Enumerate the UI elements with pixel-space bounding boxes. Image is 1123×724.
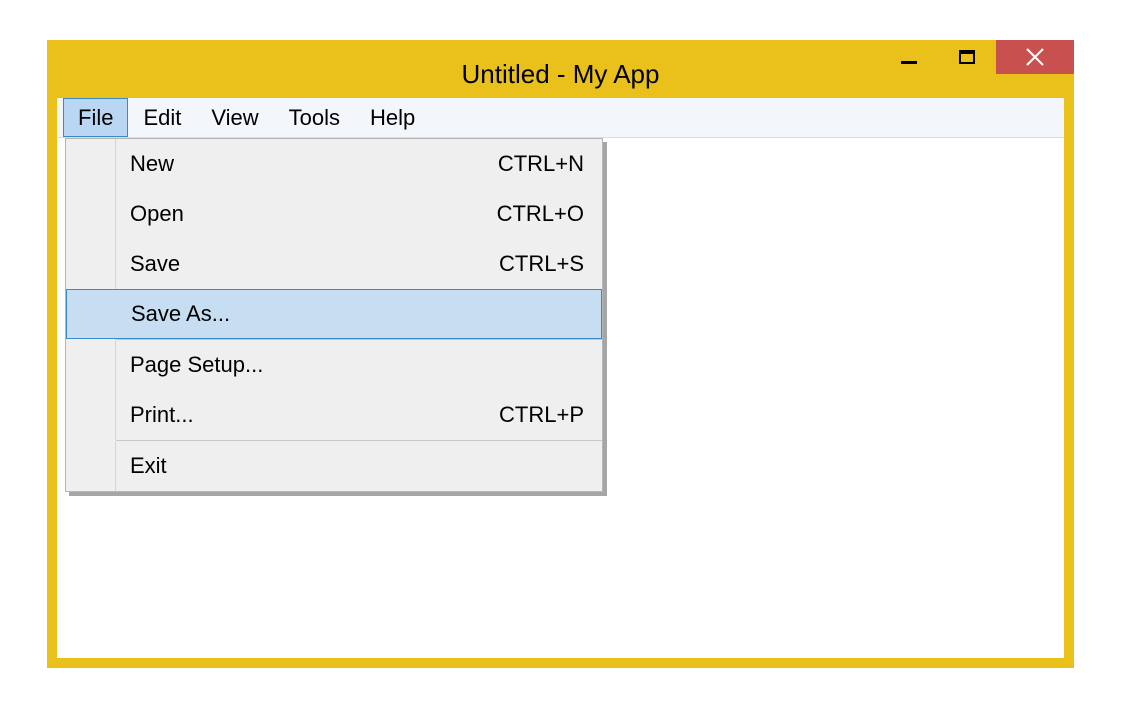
minimize-button[interactable] <box>880 40 938 74</box>
menu-item-exit[interactable]: Exit <box>66 441 602 491</box>
menu-gutter <box>66 390 116 440</box>
menu-help[interactable]: Help <box>355 98 430 137</box>
menu-item-label: Exit <box>116 453 584 479</box>
window-controls <box>880 40 1074 74</box>
menu-item-label: Print... <box>116 402 499 428</box>
menu-item-save-as[interactable]: Save As... <box>66 289 602 339</box>
menu-gutter <box>66 340 116 390</box>
menu-gutter <box>66 139 116 189</box>
close-icon <box>1024 46 1046 68</box>
titlebar[interactable]: Untitled - My App <box>57 50 1064 98</box>
menu-item-new[interactable]: New CTRL+N <box>66 139 602 189</box>
maximize-icon <box>959 50 975 64</box>
menu-gutter <box>66 441 116 491</box>
maximize-button[interactable] <box>938 40 996 74</box>
menu-item-label: New <box>116 151 498 177</box>
menu-item-shortcut: CTRL+O <box>497 201 602 227</box>
menu-item-label: Save <box>116 251 499 277</box>
menu-item-shortcut: CTRL+N <box>498 151 602 177</box>
file-menu-dropdown: New CTRL+N Open CTRL+O Save CTRL+S Save … <box>65 138 603 492</box>
menubar: File Edit View Tools Help <box>57 98 1064 138</box>
menu-edit-label: Edit <box>143 105 181 131</box>
menu-file-label: File <box>78 105 113 131</box>
minimize-icon <box>901 61 917 64</box>
menu-view[interactable]: View <box>196 98 273 137</box>
menu-tools[interactable]: Tools <box>274 98 355 137</box>
menu-item-open[interactable]: Open CTRL+O <box>66 189 602 239</box>
menu-item-shortcut: CTRL+P <box>499 402 602 428</box>
menu-gutter <box>66 239 116 289</box>
menu-gutter <box>66 189 116 239</box>
menu-view-label: View <box>211 105 258 131</box>
menu-item-label: Save As... <box>117 301 583 327</box>
menu-item-label: Open <box>116 201 497 227</box>
menu-file[interactable]: File <box>63 98 128 137</box>
menu-item-shortcut: CTRL+S <box>499 251 602 277</box>
menu-item-page-setup[interactable]: Page Setup... <box>66 340 602 390</box>
menu-item-label: Page Setup... <box>116 352 584 378</box>
app-window: Untitled - My App File Edit View <box>47 40 1074 668</box>
close-button[interactable] <box>996 40 1074 74</box>
menu-help-label: Help <box>370 105 415 131</box>
menu-item-print[interactable]: Print... CTRL+P <box>66 390 602 440</box>
menu-item-save[interactable]: Save CTRL+S <box>66 239 602 289</box>
menu-gutter <box>67 290 117 338</box>
menu-tools-label: Tools <box>289 105 340 131</box>
menu-edit[interactable]: Edit <box>128 98 196 137</box>
